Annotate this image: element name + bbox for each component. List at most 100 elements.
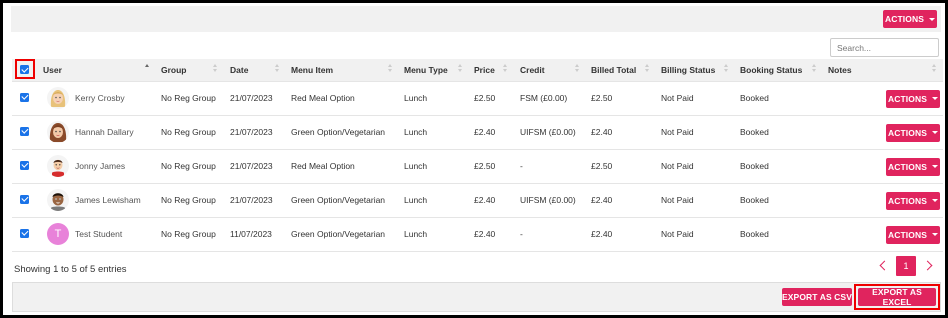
row-select-cell: [12, 217, 38, 251]
caret-down-icon: [931, 165, 938, 168]
row-checkbox[interactable]: [20, 160, 29, 170]
actions-label: ACTIONS: [888, 195, 927, 206]
cell-credit: UIFSM (£0.00): [520, 127, 576, 137]
letter-avatar: T: [47, 223, 69, 245]
cell-date: 21/07/2023: [230, 195, 273, 205]
actions-label: ACTIONS: [888, 127, 927, 138]
user-cell: Jonny James: [38, 149, 156, 183]
cell-price: £2.40: [474, 127, 496, 137]
row-actions-button[interactable]: ACTIONS: [886, 123, 940, 142]
row-actions-button[interactable]: ACTIONS: [886, 157, 940, 176]
col-date-label: Date: [230, 65, 249, 75]
search-input[interactable]: [830, 38, 939, 57]
col-price[interactable]: Price: [469, 59, 515, 81]
cell-menu-type: Lunch: [404, 93, 428, 103]
col-notes-label: Notes: [828, 65, 852, 75]
cell-notes: [823, 217, 855, 251]
table-row: Hannah Dallary No Reg Group 21/07/2023 Gree…: [12, 115, 943, 149]
caret-down-icon: [928, 17, 935, 21]
user-name[interactable]: Test Student: [75, 229, 122, 239]
cell-menu-item: Green Option/Vegetarian: [291, 229, 386, 239]
actions-cell: ACTIONS: [855, 183, 943, 217]
bulk-actions-button[interactable]: ACTIONS: [883, 10, 937, 28]
girl-blonde-avatar: [47, 87, 69, 109]
cell-billed-total: £2.50: [591, 93, 613, 103]
cell-billing-status: Not Paid: [661, 127, 694, 137]
toolbar: ACTIONS: [11, 6, 941, 32]
user-cell: Hannah Dallary: [38, 115, 156, 149]
cell-menu-type: Lunch: [404, 229, 428, 239]
page-content: ACTIONS User Group Date Menu Item Menu: [6, 6, 943, 312]
entries-info: Showing 1 to 5 of 5 entries: [14, 264, 127, 275]
cell-billing-status: Not Paid: [661, 195, 694, 205]
actions-label: ACTIONS: [888, 93, 927, 104]
row-checkbox[interactable]: [20, 126, 29, 136]
cell-price: £2.40: [474, 229, 496, 239]
col-group[interactable]: Group: [156, 59, 225, 81]
table-body: Kerry Crosby No Reg Group 21/07/2023 Red Me…: [12, 81, 943, 251]
row-checkbox[interactable]: [20, 228, 29, 238]
cell-billing-status: Not Paid: [661, 229, 694, 239]
cell-date: 21/07/2023: [230, 127, 273, 137]
col-booking-status-label: Booking Status: [740, 65, 803, 75]
col-user-label: User: [43, 65, 62, 75]
table-row: T Test Student No Reg Group 11/07/2023 Green…: [12, 217, 943, 251]
cell-group: No Reg Group: [161, 127, 216, 137]
row-checkbox[interactable]: [20, 194, 29, 204]
cell-billed-total: £2.50: [591, 161, 613, 171]
user-name[interactable]: Jonny James: [75, 161, 125, 171]
sort-icon: [458, 64, 464, 74]
col-menu-type-label: Menu Type: [404, 65, 448, 75]
user-cell: T Test Student: [38, 217, 156, 251]
user-name[interactable]: Kerry Crosby: [75, 93, 125, 103]
row-actions-button[interactable]: ACTIONS: [886, 225, 940, 244]
sort-icon: [503, 64, 509, 74]
table-row: Jonny James No Reg Group 21/07/2023 Red Mea…: [12, 149, 943, 183]
caret-down-icon: [931, 233, 938, 236]
cell-date: 21/07/2023: [230, 93, 273, 103]
cell-booking-status: Booked: [740, 93, 769, 103]
row-select-cell: [12, 81, 38, 115]
select-all-header: [12, 59, 38, 81]
sort-icon: [645, 64, 651, 74]
cell-booking-status: Booked: [740, 229, 769, 239]
window-frame: ACTIONS User Group Date Menu Item Menu: [0, 0, 948, 318]
cell-billed-total: £2.40: [591, 127, 613, 137]
col-billed-total[interactable]: Billed Total: [586, 59, 656, 81]
cell-notes: [823, 81, 855, 115]
col-notes[interactable]: Notes: [823, 59, 855, 81]
col-date[interactable]: Date: [225, 59, 286, 81]
cell-price: £2.40: [474, 195, 496, 205]
chevron-right-icon[interactable]: [922, 259, 936, 273]
cell-billing-status: Not Paid: [661, 161, 694, 171]
cell-credit: UIFSM (£0.00): [520, 195, 576, 205]
cell-credit: -: [520, 161, 523, 171]
export-csv-button[interactable]: EXPORT AS CSV: [782, 288, 852, 306]
cell-menu-item: Red Meal Option: [291, 161, 355, 171]
col-user[interactable]: User: [38, 59, 156, 81]
user-name[interactable]: James Lewisham: [75, 195, 141, 205]
col-billing-status[interactable]: Billing Status: [656, 59, 735, 81]
row-actions-button[interactable]: ACTIONS: [886, 191, 940, 210]
page-button-current[interactable]: 1: [896, 256, 916, 276]
user-cell: James Lewisham: [38, 183, 156, 217]
col-actions: [855, 59, 943, 81]
select-all-checkbox[interactable]: [20, 65, 29, 74]
sort-icon: [275, 64, 281, 74]
cell-booking-status: Booked: [740, 161, 769, 171]
col-credit[interactable]: Credit: [515, 59, 586, 81]
actions-label: ACTIONS: [888, 161, 927, 172]
user-name[interactable]: Hannah Dallary: [75, 127, 134, 137]
sort-icon: [575, 64, 581, 74]
col-menu-type[interactable]: Menu Type: [399, 59, 469, 81]
cell-group: No Reg Group: [161, 93, 216, 103]
cell-booking-status: Booked: [740, 127, 769, 137]
row-actions-button[interactable]: ACTIONS: [886, 89, 940, 108]
cell-notes: [823, 115, 855, 149]
export-excel-button[interactable]: EXPORT AS EXCEL: [858, 287, 936, 307]
col-menu-item[interactable]: Menu Item: [286, 59, 399, 81]
row-checkbox[interactable]: [20, 92, 29, 102]
chevron-left-icon[interactable]: [876, 259, 890, 273]
table-header-row: User Group Date Menu Item Menu Type Pric…: [12, 59, 943, 81]
col-booking-status[interactable]: Booking Status: [735, 59, 823, 81]
